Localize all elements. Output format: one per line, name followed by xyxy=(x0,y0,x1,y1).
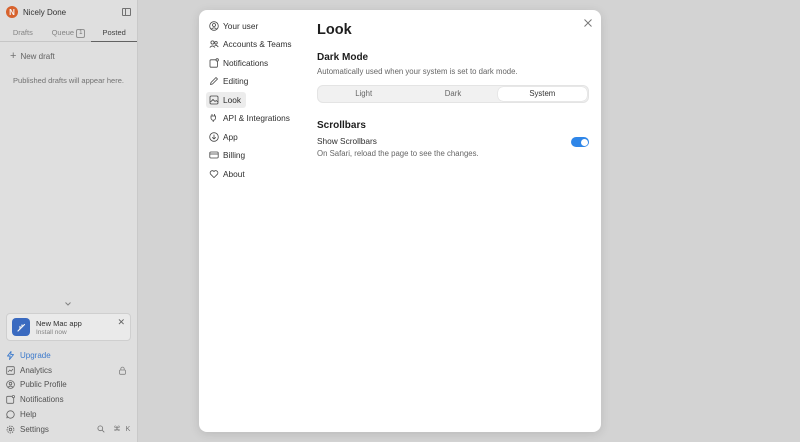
show-scrollbars-help: On Safari, reload the page to see the ch… xyxy=(317,149,479,158)
plug-icon xyxy=(210,114,216,123)
settings-item-api-integrations[interactable]: API & Integrations xyxy=(206,111,316,127)
pencil-icon xyxy=(210,77,218,86)
dark-mode-heading: Dark Mode xyxy=(317,52,369,63)
settings-item-label: API & Integrations xyxy=(223,113,290,124)
page-title: Look xyxy=(317,22,352,38)
theme-segmented-control: Light Dark System xyxy=(317,85,589,103)
scrollbars-heading: Scrollbars xyxy=(317,120,366,131)
settings-item-about[interactable]: About xyxy=(206,166,316,182)
settings-item-label: Editing xyxy=(223,76,249,87)
team-icon xyxy=(209,40,219,49)
settings-item-label: Notifications xyxy=(223,57,269,68)
settings-item-app[interactable]: App xyxy=(206,129,316,145)
theme-option-light[interactable]: Light xyxy=(319,87,408,101)
settings-item-label: Billing xyxy=(223,150,246,161)
download-icon xyxy=(209,132,219,142)
image-icon xyxy=(209,95,219,105)
notification-icon xyxy=(209,58,219,68)
heart-icon xyxy=(209,170,219,178)
settings-item-billing[interactable]: Billing xyxy=(206,148,316,164)
settings-item-label: Look xyxy=(223,94,241,105)
settings-item-accounts-teams[interactable]: Accounts & Teams xyxy=(206,37,316,53)
settings-item-notifications[interactable]: Notifications xyxy=(206,55,316,71)
settings-content: Look Dark Mode Automatically used when y… xyxy=(317,22,589,158)
settings-item-label: Your user xyxy=(223,20,259,31)
settings-item-editing[interactable]: Editing xyxy=(206,74,316,90)
show-scrollbars-row: Show Scrollbars On Safari, reload the pa… xyxy=(317,136,589,158)
theme-option-system[interactable]: System xyxy=(497,87,587,101)
settings-item-your-user[interactable]: Your user xyxy=(206,18,316,34)
settings-item-look[interactable]: Look xyxy=(206,92,246,108)
show-scrollbars-label: Show Scrollbars xyxy=(317,136,377,146)
dark-mode-description: Automatically used when your system is s… xyxy=(317,67,518,76)
settings-item-label: App xyxy=(223,131,238,142)
user-icon xyxy=(209,21,219,31)
theme-option-dark[interactable]: Dark xyxy=(408,87,497,101)
settings-item-label: Accounts & Teams xyxy=(223,39,292,50)
card-icon xyxy=(209,151,219,159)
settings-nav: Your user Accounts & Teams Notifications… xyxy=(206,18,316,185)
settings-item-label: About xyxy=(223,168,245,179)
show-scrollbars-toggle[interactable] xyxy=(571,137,589,147)
settings-modal: Your user Accounts & Teams Notifications… xyxy=(199,10,601,432)
